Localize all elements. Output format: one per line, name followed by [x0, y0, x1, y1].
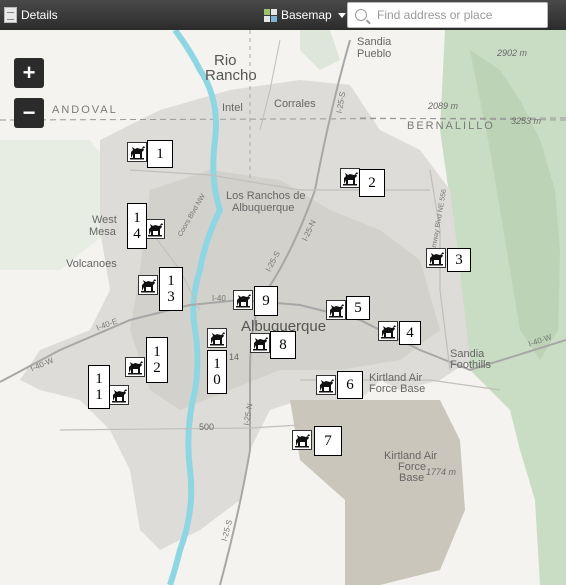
place-label-corrales: Corrales: [274, 98, 316, 110]
marker-number-label-10: 10: [207, 350, 227, 394]
marker-digit: 1: [153, 344, 161, 360]
marker-number-label-5: 5: [346, 296, 370, 320]
marker-number-label-11: 11: [88, 365, 110, 409]
dog-park-marker-1[interactable]: [127, 142, 147, 162]
place-label-mesa: Mesa: [89, 226, 116, 238]
marker-number-label-13: 13: [159, 267, 183, 311]
place-label-west: West: [92, 214, 117, 226]
place-label-sandia-foothills-2: Foothills: [450, 359, 491, 371]
dog-icon: [381, 325, 396, 339]
place-label-los-ranchos-albuquerque: Albuquerque: [232, 202, 295, 214]
dog-icon: [429, 252, 444, 266]
dog-icon: [128, 361, 143, 375]
marker-digit: 3: [167, 289, 175, 305]
basemap-button[interactable]: Basemap: [264, 7, 346, 23]
marker-number-label-3: 3: [447, 248, 471, 272]
dog-icon: [210, 332, 225, 346]
dog-icon: [329, 304, 344, 318]
place-label-intel: Intel: [222, 102, 243, 114]
dog-park-marker-12[interactable]: [125, 357, 145, 377]
dog-park-marker-10[interactable]: [207, 328, 227, 348]
marker-number-label-1: 1: [147, 140, 173, 168]
marker-digit: 1: [167, 273, 175, 289]
marker-number-label-7: 7: [314, 426, 342, 456]
elevation-label-2: 2089 m: [428, 101, 459, 111]
marker-digit: 1: [133, 210, 141, 226]
top-toolbar: Details Basemap: [0, 0, 566, 30]
map-viewer: Details Basemap Find address or place + …: [0, 0, 566, 585]
map-canvas[interactable]: + − Rio Rancho Sandia Pueblo Intel Corra…: [0, 30, 566, 585]
dog-park-marker-4[interactable]: [378, 321, 398, 341]
dog-icon: [130, 146, 145, 160]
marker-digit: 4: [133, 226, 141, 242]
dog-icon: [319, 379, 334, 393]
place-label-volcanoes: Volcanoes: [66, 258, 117, 270]
details-label: Details: [21, 8, 58, 22]
basemap-grid-icon: [264, 8, 277, 22]
dog-park-marker-3[interactable]: [426, 248, 446, 268]
marker-number-label-8: 8: [270, 331, 296, 359]
place-label-rancho: Rancho: [205, 67, 257, 84]
county-label-bernalillo: BERNALILLO: [407, 120, 495, 132]
place-label-pueblo: Pueblo: [357, 48, 392, 60]
dog-icon: [141, 279, 156, 293]
marker-number-label-9: 9: [254, 286, 278, 316]
dog-park-marker-7[interactable]: [292, 430, 312, 450]
dog-icon: [148, 223, 163, 237]
dog-park-marker-2[interactable]: [340, 168, 360, 188]
marker-number-label-4: 4: [399, 321, 421, 345]
details-button[interactable]: Details: [4, 6, 58, 24]
elevation-label-1: 2902 m: [497, 48, 528, 58]
dog-park-marker-11[interactable]: [109, 385, 129, 405]
marker-digit: 1: [95, 371, 103, 387]
basemap-label: Basemap: [281, 8, 332, 22]
search-input[interactable]: [375, 4, 547, 26]
marker-digit: 2: [153, 360, 161, 376]
marker-digit: 0: [213, 372, 221, 388]
route-label-500: 500: [199, 422, 215, 432]
elevation-label-3: 3253 m: [511, 116, 542, 126]
dog-icon: [295, 434, 310, 448]
road-label-i40-center: I-40: [212, 294, 226, 303]
marker-number-label-6: 6: [337, 371, 363, 399]
dog-park-marker-5[interactable]: [326, 300, 346, 320]
dog-icon: [112, 389, 127, 403]
search-box: [347, 2, 548, 28]
document-icon: [4, 7, 17, 23]
marker-digit: 1: [95, 387, 103, 403]
marker-number-label-12: 12: [146, 337, 168, 383]
county-label-sandoval: ANDOVAL: [52, 104, 118, 116]
place-label-kirtland-2: Force Base: [369, 383, 426, 395]
search-icon[interactable]: [355, 9, 367, 21]
dog-park-marker-14[interactable]: [145, 219, 165, 239]
marker-digit: 1: [213, 356, 221, 372]
elevation-label-4: 1774 m: [426, 467, 457, 477]
place-label-los-ranchos: Los Ranchos de: [226, 190, 306, 202]
place-label-sandia: Sandia: [357, 36, 392, 48]
dog-icon: [236, 294, 251, 308]
dog-park-marker-8[interactable]: [250, 333, 270, 353]
marker-number-label-14: 14: [127, 203, 147, 249]
zoom-out-button[interactable]: −: [14, 98, 44, 128]
dog-park-marker-9[interactable]: [233, 290, 253, 310]
route-label-14: 14: [229, 352, 240, 362]
chevron-down-icon: [337, 12, 346, 18]
zoom-in-button[interactable]: +: [14, 58, 44, 88]
dog-park-marker-6[interactable]: [316, 375, 336, 395]
place-label-kirtland-b-3: Base: [399, 472, 425, 484]
dog-icon: [253, 337, 268, 351]
dog-park-marker-13[interactable]: [138, 275, 158, 295]
dog-icon: [343, 172, 358, 186]
marker-number-label-2: 2: [359, 169, 385, 197]
